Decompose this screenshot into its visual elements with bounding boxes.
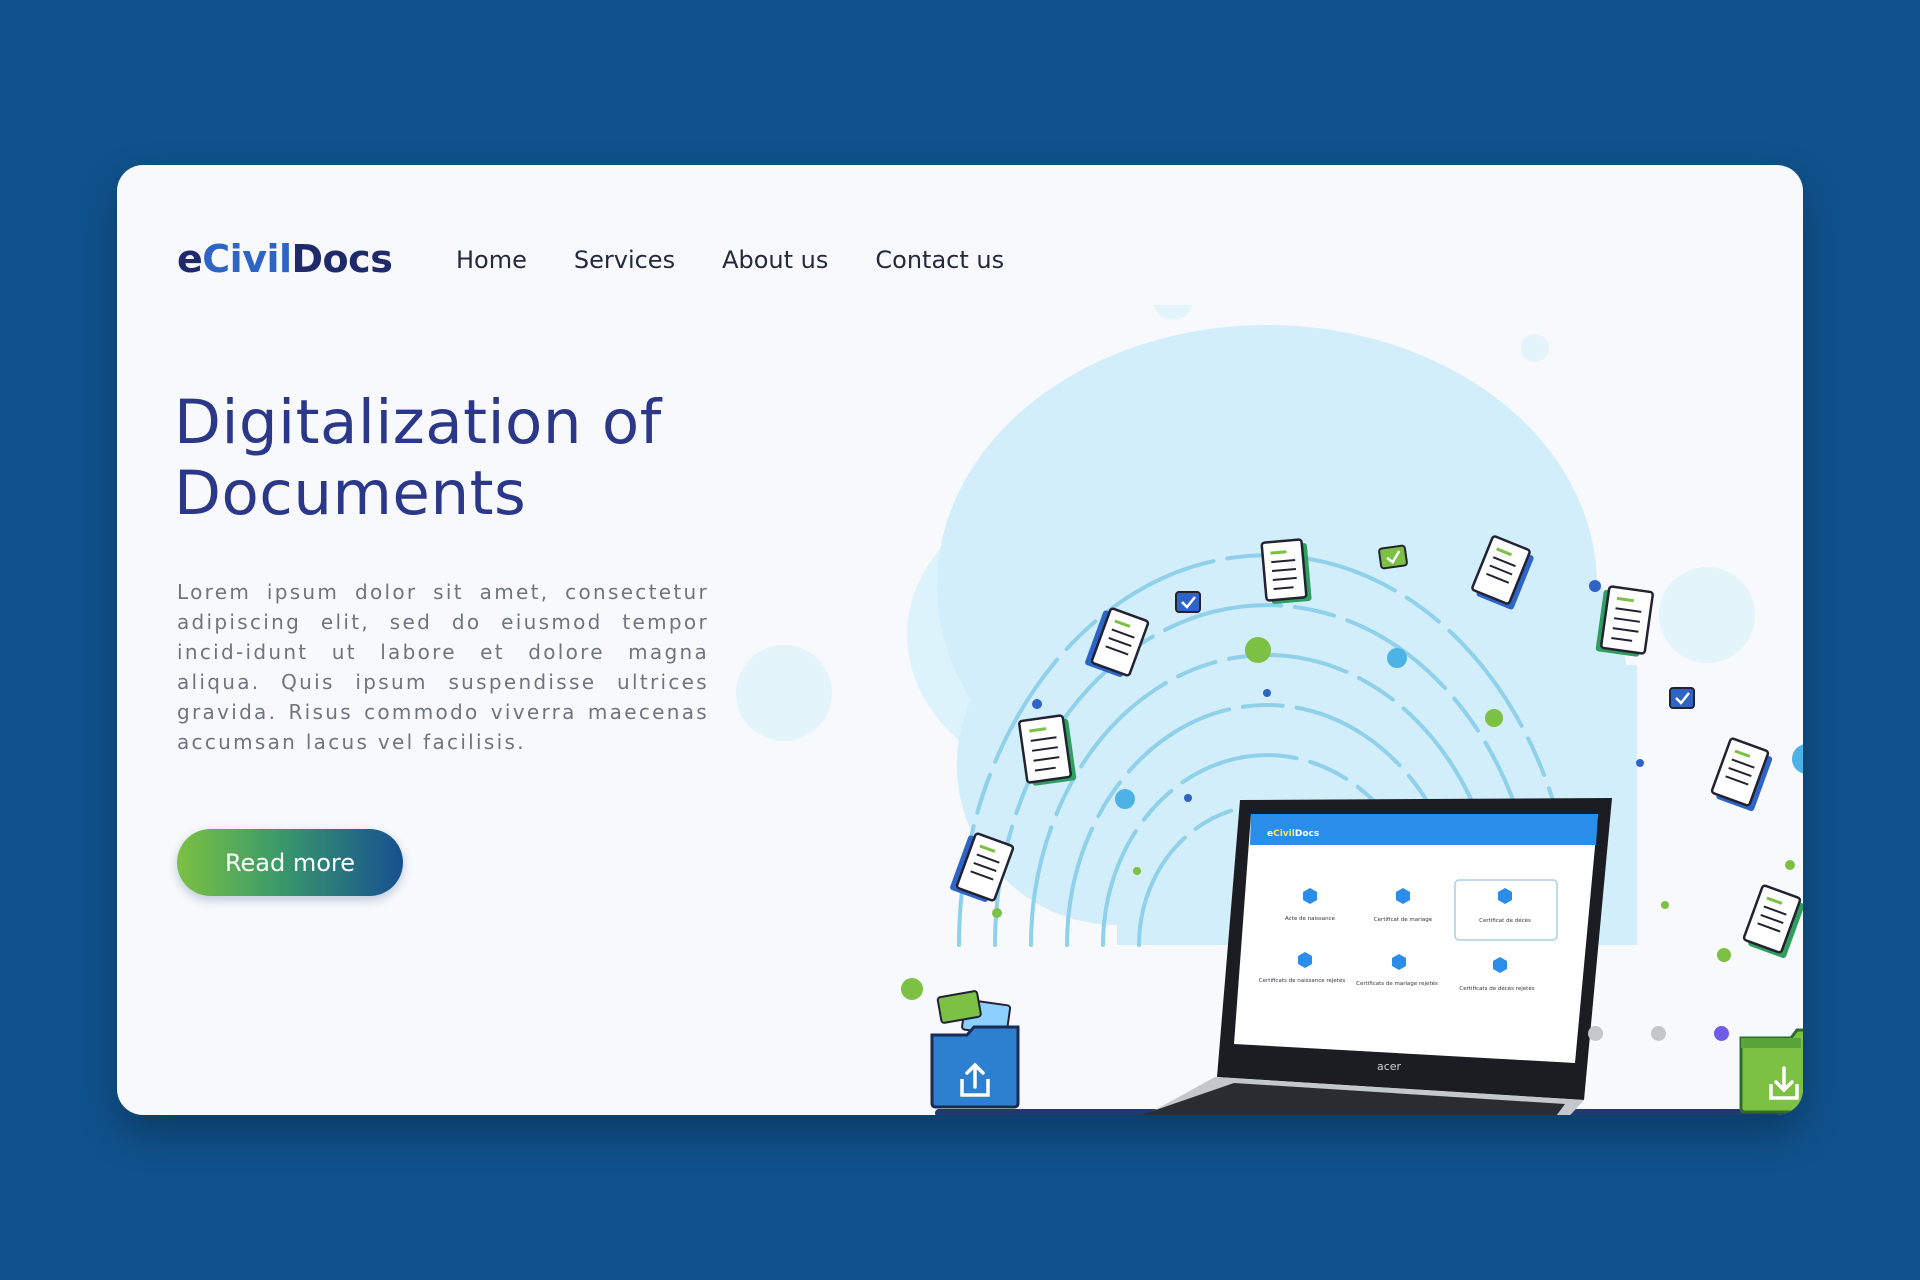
carousel-dot-1[interactable] [1588, 1026, 1603, 1041]
nav-services[interactable]: Services [574, 246, 675, 274]
brand-logo[interactable]: eCivilDocs [177, 237, 393, 281]
laptop-card-label: Certificat de décès [1479, 917, 1531, 924]
illustration: eCivilDocs Acte de naissance Certificat … [736, 305, 1803, 1115]
doc-icon-7 [950, 832, 1015, 902]
doc-icon-5 [1018, 714, 1077, 786]
doc-icon-8 [1742, 884, 1803, 959]
laptop-brand-label: acer [1377, 1060, 1402, 1073]
brand-logo-docs: Docs [291, 237, 393, 281]
nav-home[interactable]: Home [456, 246, 527, 274]
laptop-card-label: Acte de naissance [1285, 916, 1336, 922]
doc-icon-6 [1710, 737, 1773, 812]
brand-logo-e: e [177, 237, 203, 281]
upload-folder-icon [930, 990, 1020, 1109]
checkbox-icon-3 [1669, 687, 1695, 709]
landing-card: eCivilDocs Home Services About us Contac… [117, 165, 1803, 1115]
hero-description: Lorem ipsum dolor sit amet, consectetur … [177, 580, 709, 754]
laptop-card-label: Certificat de mariage [1374, 917, 1433, 923]
read-more-button[interactable]: Read more [177, 829, 403, 896]
laptop-card-label: Certificats de mariage rejetés [1356, 980, 1438, 987]
doc-icon-1 [1260, 538, 1312, 604]
brand-logo-civil: Civil [202, 237, 292, 281]
hero-title-line1: Digitalization of [174, 387, 662, 458]
checkbox-icon-2 [1378, 544, 1408, 570]
hero-title: Digitalization of Documents [174, 387, 734, 529]
main-nav: Home Services About us Contact us [456, 246, 1051, 274]
checkbox-icon-1 [1175, 591, 1201, 613]
carousel-dot-2[interactable] [1651, 1026, 1666, 1041]
nav-contact-us[interactable]: Contact us [875, 246, 1004, 274]
laptop-card-label: Certificats de naissance rejetés [1259, 977, 1346, 984]
laptop-card-label: Certificats de décès rejetés [1459, 985, 1534, 992]
carousel-indicators [1588, 1026, 1777, 1041]
nav-about-us[interactable]: About us [722, 246, 828, 274]
doc-icon-4 [1595, 585, 1654, 657]
download-folder-icon [1739, 1028, 1803, 1114]
hero-title-line2: Documents [174, 458, 527, 529]
laptop-app-title: eCivilDocs [1267, 829, 1319, 839]
carousel-dot-3[interactable] [1714, 1026, 1729, 1041]
